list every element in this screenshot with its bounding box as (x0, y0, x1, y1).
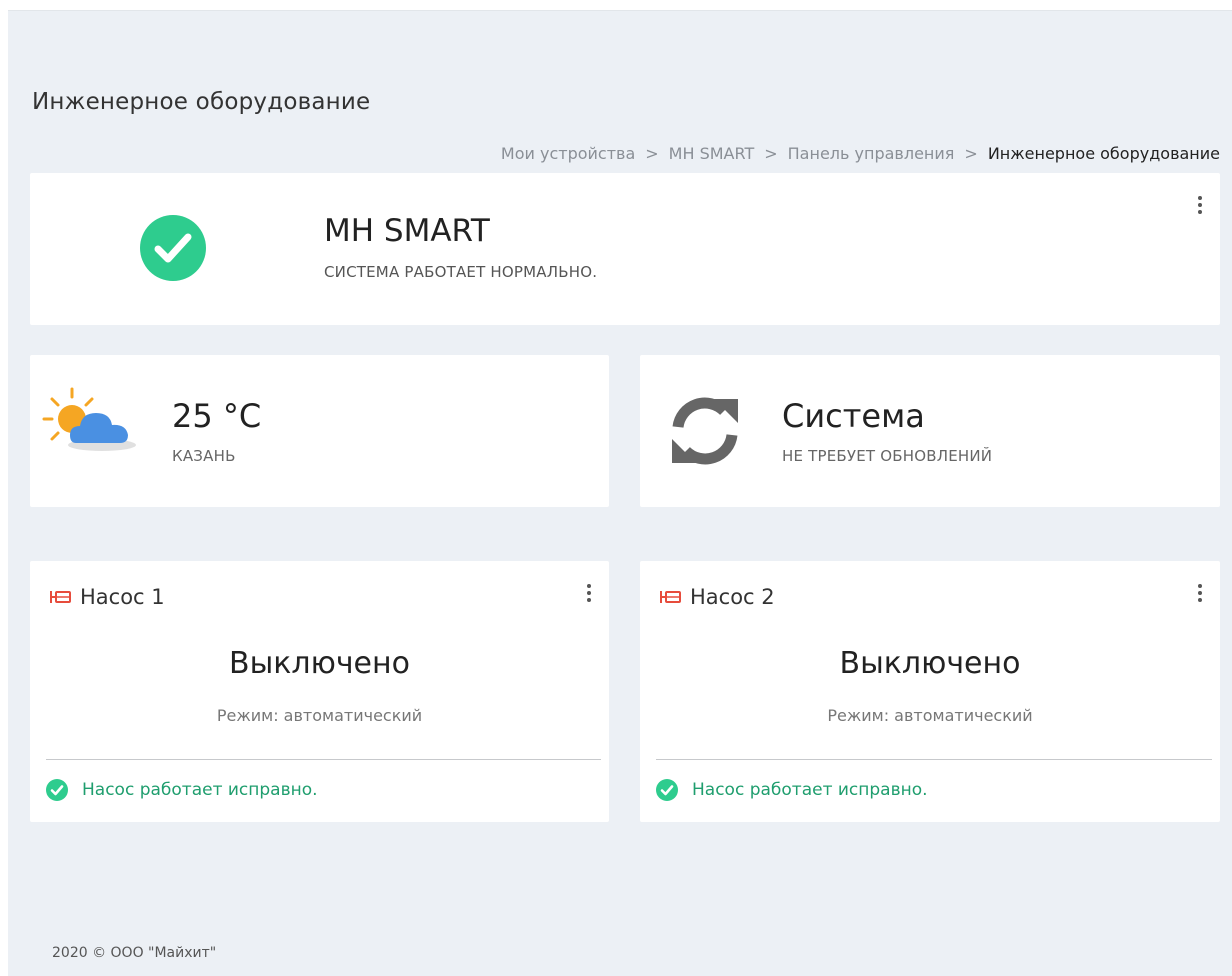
update-status: НЕ ТРЕБУЕТ ОБНОВЛЕНИЙ (782, 447, 993, 465)
breadcrumb: Мои устройства > MH SMART > Панель управлени… (501, 144, 1220, 163)
divider (46, 759, 601, 760)
temperature-value: 25 °C (172, 397, 262, 435)
divider (656, 759, 1212, 760)
city-label: КАЗАНЬ (172, 447, 236, 465)
refresh-icon (670, 397, 740, 465)
footer-copyright: 2020 © ООО "Майхит" (52, 945, 217, 961)
system-update-card: Система НЕ ТРЕБУЕТ ОБНОВЛЕНИЙ (640, 355, 1220, 507)
pump-card-1: Насос 1 Выключено Режим: автоматический … (30, 561, 609, 822)
page-title: Инженерное оборудование (32, 89, 371, 115)
device-name: MH SMART (324, 213, 490, 249)
pump-mode: Режим: автоматический (827, 706, 1033, 725)
check-circle-icon (46, 779, 68, 801)
pump-status-text: Насос работает исправно. (692, 780, 928, 800)
pump-title: Насос 1 (80, 585, 165, 609)
breadcrumb-control-panel[interactable]: Панель управления (788, 144, 955, 163)
pump-icon (50, 589, 72, 605)
more-menu-icon[interactable] (1194, 193, 1206, 217)
breadcrumb-my-devices[interactable]: Мои устройства (501, 144, 635, 163)
breadcrumb-separator: > (764, 144, 778, 163)
sun-cloud-icon (40, 385, 140, 465)
pump-title: Насос 2 (690, 585, 775, 609)
weather-card: 25 °C КАЗАНЬ (30, 355, 609, 507)
pump-status-text: Насос работает исправно. (82, 780, 318, 800)
page-background: Инженерное оборудование Мои устройства > M… (8, 10, 1232, 976)
breadcrumb-separator: > (964, 144, 978, 163)
system-status-card: MH SMART СИСТЕМА РАБОТАЕТ НОРМАЛЬНО. (30, 173, 1220, 325)
system-status-text: СИСТЕМА РАБОТАЕТ НОРМАЛЬНО. (324, 263, 598, 281)
breadcrumb-mh-smart[interactable]: MH SMART (669, 144, 755, 163)
pump-card-2: Насос 2 Выключено Режим: автоматический … (640, 561, 1220, 822)
pump-state: Выключено (839, 646, 1021, 681)
breadcrumb-current: Инженерное оборудование (987, 144, 1220, 163)
more-menu-icon[interactable] (583, 581, 595, 605)
more-menu-icon[interactable] (1194, 581, 1206, 605)
update-title: Система (782, 397, 925, 435)
check-circle-icon (140, 215, 206, 281)
pump-icon (660, 589, 682, 605)
pump-state: Выключено (229, 646, 410, 681)
check-circle-icon (656, 779, 678, 801)
pump-mode: Режим: автоматический (216, 706, 423, 725)
breadcrumb-separator: > (645, 144, 659, 163)
